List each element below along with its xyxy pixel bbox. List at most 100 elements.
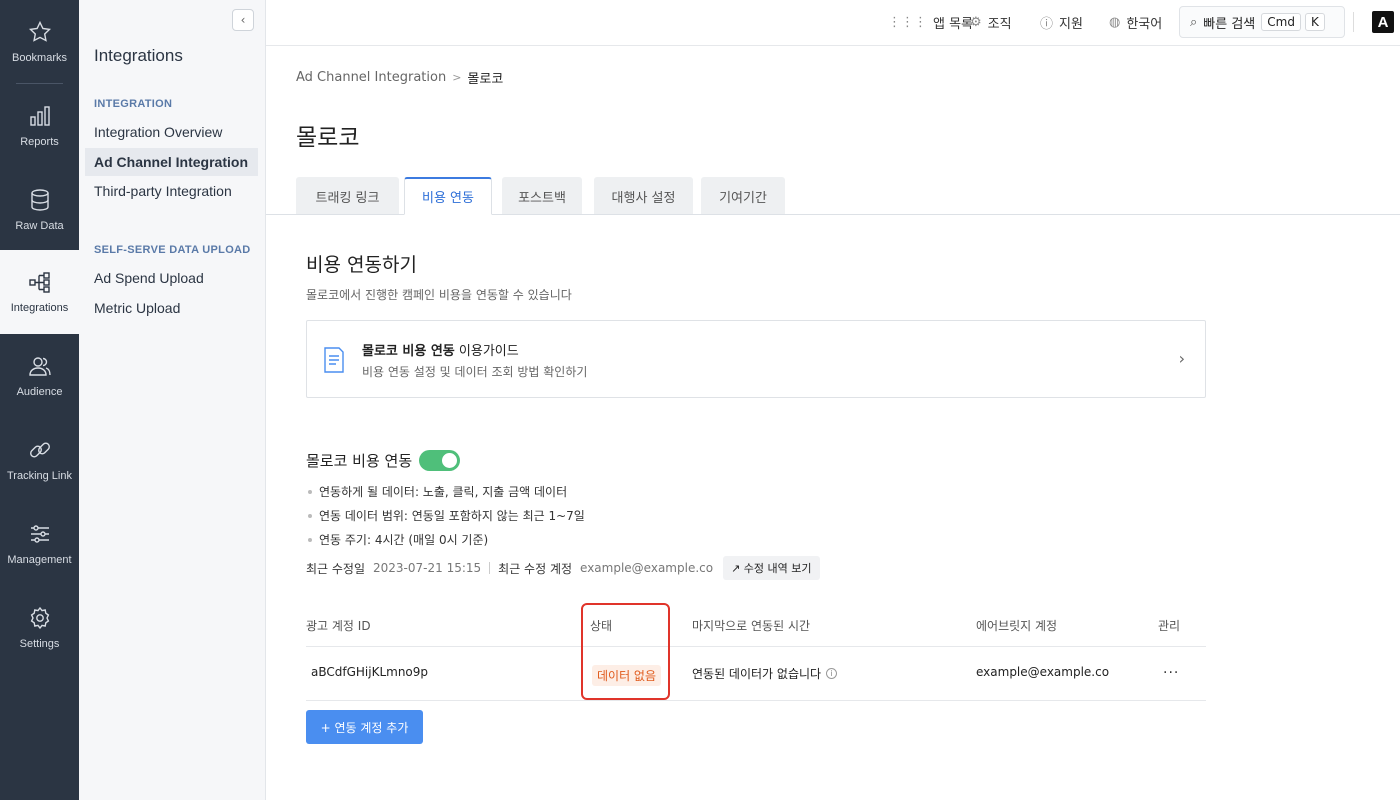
- sidebar-item-third-party-integration[interactable]: Third-party Integration: [85, 177, 258, 205]
- nav-label: Raw Data: [15, 220, 64, 232]
- bullet-dot: [308, 513, 312, 518]
- modification-meta: 최근 수정일 2023-07-21 15:15 최근 수정 계정 example…: [306, 556, 820, 580]
- guide-title-bold: 몰로코 비용 연동: [362, 344, 455, 359]
- status-highlight-box: [581, 603, 670, 700]
- guide-subtitle: 비용 연동 설정 및 데이터 조회 방법 확인하기: [362, 365, 588, 379]
- users-icon: [28, 357, 51, 376]
- secondary-sidebar: ‹ Integrations INTEGRATION Integration O…: [79, 0, 266, 800]
- app-list-button[interactable]: ⋮⋮⋮ 앱 목록: [888, 13, 973, 32]
- org-button[interactable]: ⚙ 조직: [970, 13, 1012, 32]
- org-label: 조직: [987, 17, 1012, 32]
- breadcrumb: Ad Channel Integration > 몰로코: [296, 68, 503, 87]
- bullet-dot: [308, 489, 312, 494]
- add-integration-account-button[interactable]: + 연동 계정 추가: [306, 710, 423, 744]
- nav-label: Bookmarks: [11, 52, 68, 64]
- topbar-divider: [1353, 12, 1354, 32]
- modified-label: 최근 수정일: [306, 561, 366, 576]
- breadcrumb-current: 몰로코: [467, 72, 504, 87]
- quick-search-button[interactable]: ⌕ 빠른 검색 Cmd K: [1179, 6, 1345, 38]
- nav-item-integrations[interactable]: Integrations: [0, 250, 79, 334]
- column-header-account-id: 광고 계정 ID: [306, 619, 371, 633]
- info-bullet: 연동 데이터 범위: 연동일 포함하지 않는 최근 1~7일: [308, 507, 585, 524]
- guide-card[interactable]: 몰로코 비용 연동 이용가이드 비용 연동 설정 및 데이터 조회 방법 확인하…: [306, 320, 1206, 398]
- support-label: 지원: [1059, 17, 1083, 32]
- bullet-dot: [308, 537, 312, 542]
- tab-attribution-window[interactable]: 기여기간: [701, 177, 785, 215]
- chevron-left-icon: ‹: [240, 13, 246, 27]
- sidebar-title: Integrations: [94, 46, 183, 65]
- bullet-text: 연동 데이터 범위: 연동일 포함하지 않는 최근 1~7일: [319, 509, 585, 523]
- nav-label: Settings: [19, 638, 60, 650]
- section-title: 비용 연동하기: [306, 254, 417, 276]
- language-label: 한국어: [1126, 17, 1163, 32]
- bullet-text: 연동하게 될 데이터: 노출, 클릭, 지출 금액 데이터: [319, 485, 568, 499]
- account-value: example@example.co: [580, 561, 714, 575]
- top-bar: ⋮⋮⋮ 앱 목록 ⚙ 조직 ⓘ 지원 ◍ 한국어 ⌕ 빠른 검색 Cmd K A: [266, 0, 1400, 46]
- document-icon: [324, 347, 344, 373]
- collapse-sidebar-button[interactable]: ‹: [232, 9, 254, 31]
- info-bullet: 연동하게 될 데이터: 노출, 클릭, 지출 금액 데이터: [308, 483, 567, 500]
- guide-title: 몰로코 비용 연동 이용가이드: [362, 340, 519, 359]
- section-subtitle: 몰로코에서 진행한 캠페인 비용을 연동할 수 있습니다: [306, 288, 572, 302]
- tab-agency-settings[interactable]: 대행사 설정: [594, 177, 693, 215]
- account-id-cell: aBCdfGHijKLmno9p: [311, 665, 429, 679]
- main-nav: Bookmarks Reports Raw Data Integrations …: [0, 0, 79, 800]
- sliders-icon: [30, 525, 49, 543]
- info-icon[interactable]: i: [826, 668, 838, 679]
- tab-tracking-link[interactable]: 트래킹 링크: [296, 177, 399, 215]
- tab-postback[interactable]: 포스트백: [502, 177, 582, 215]
- chevron-right-icon: >: [452, 71, 462, 84]
- grid-icon: ⋮⋮⋮: [888, 15, 927, 30]
- nav-item-reports[interactable]: Reports: [0, 84, 79, 168]
- sidebar-item-integration-overview[interactable]: Integration Overview: [85, 118, 258, 146]
- kbd-cmd: Cmd: [1261, 13, 1301, 31]
- nav-item-management[interactable]: Management: [0, 502, 79, 586]
- column-header-last-sync: 마지막으로 연동된 시간: [692, 619, 811, 633]
- guide-title-rest: 이용가이드: [454, 344, 519, 359]
- sidebar-section-heading: INTEGRATION: [94, 98, 173, 110]
- modified-value: 2023-07-21 15:15: [373, 561, 482, 575]
- account-label: 최근 수정 계정: [498, 561, 573, 576]
- integration-toggle[interactable]: [419, 450, 461, 471]
- table-header-divider: [306, 646, 1206, 647]
- more-actions-button[interactable]: ···: [1163, 665, 1179, 681]
- language-button[interactable]: ◍ 한국어: [1109, 13, 1162, 32]
- nav-label: Audience: [16, 386, 63, 398]
- sidebar-section-heading: SELF-SERVE DATA UPLOAD: [94, 244, 251, 256]
- table-row-divider: [306, 700, 1206, 701]
- nav-item-audience[interactable]: Audience: [0, 334, 79, 418]
- airbridge-logo[interactable]: A: [1372, 11, 1394, 33]
- nav-label: Tracking Link: [6, 470, 72, 482]
- page-title: 몰로코: [296, 125, 360, 151]
- sidebar-item-ad-channel-integration[interactable]: Ad Channel Integration: [85, 148, 258, 176]
- column-header-manage: 관리: [1158, 619, 1181, 633]
- nav-label: Integrations: [10, 302, 69, 314]
- nav-item-bookmarks[interactable]: Bookmarks: [0, 0, 79, 84]
- breadcrumb-parent[interactable]: Ad Channel Integration: [296, 70, 446, 85]
- gear-icon: [30, 606, 49, 630]
- tab-cost-integration[interactable]: 비용 연동: [404, 177, 492, 215]
- search-icon: ⌕: [1190, 14, 1198, 30]
- view-history-button[interactable]: ↗ 수정 내역 보기: [723, 556, 820, 580]
- column-header-airbridge-account: 에어브릿지 계정: [976, 619, 1058, 633]
- star-icon: [28, 20, 51, 42]
- nav-item-raw-data[interactable]: Raw Data: [0, 168, 79, 252]
- integration-title: 몰로코 비용 연동: [306, 452, 413, 470]
- bar-chart-icon: [29, 106, 50, 126]
- nav-item-tracking-link[interactable]: Tracking Link: [0, 418, 79, 502]
- airbridge-account-cell: example@example.co: [976, 665, 1110, 679]
- last-sync-cell: 연동된 데이터가 없습니다 i: [692, 665, 838, 682]
- support-button[interactable]: ⓘ 지원: [1040, 13, 1083, 32]
- link-icon: [29, 442, 50, 458]
- info-bullet: 연동 주기: 4시간 (매일 0시 기준): [308, 531, 488, 548]
- last-sync-text: 연동된 데이터가 없습니다: [692, 667, 822, 681]
- nav-item-settings[interactable]: Settings: [0, 586, 79, 670]
- sidebar-item-ad-spend-upload[interactable]: Ad Spend Upload: [85, 264, 258, 292]
- globe-icon: ◍: [1109, 15, 1121, 30]
- sidebar-item-metric-upload[interactable]: Metric Upload: [85, 294, 258, 322]
- gear-icon: ⚙: [970, 15, 982, 30]
- chevron-right-icon: ›: [1178, 349, 1185, 368]
- integration-header: 몰로코 비용 연동: [306, 450, 461, 471]
- search-label: 빠른 검색: [1203, 16, 1256, 32]
- help-icon: ⓘ: [1040, 17, 1054, 32]
